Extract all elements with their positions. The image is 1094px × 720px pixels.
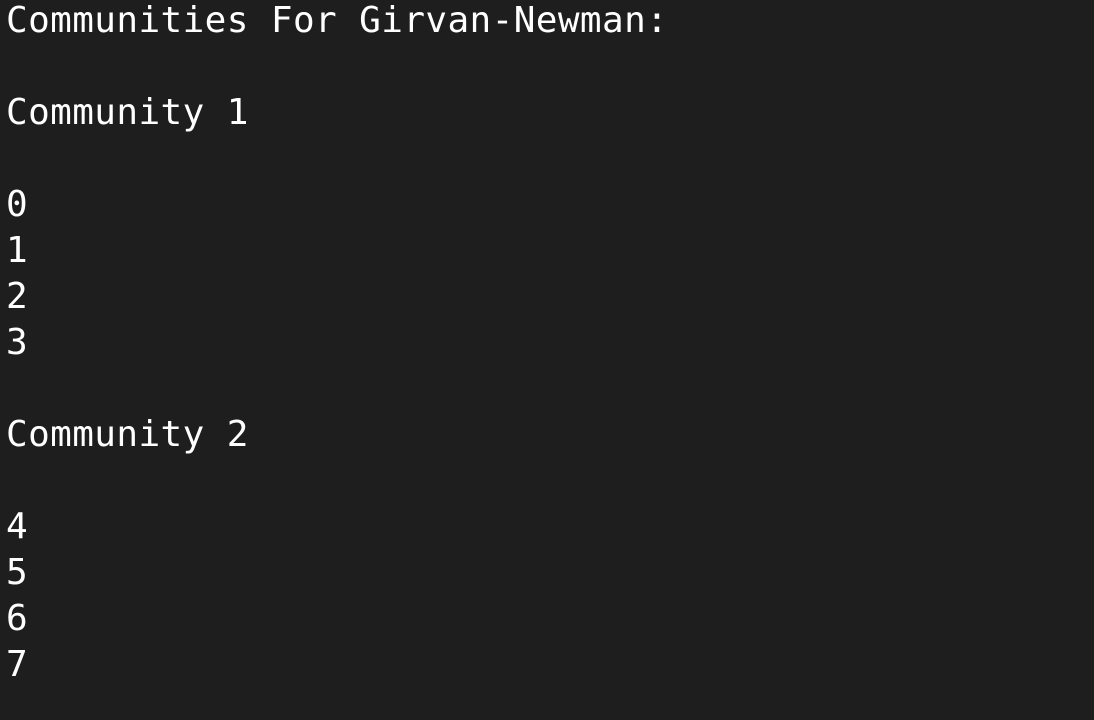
community-member: 5 xyxy=(6,552,29,593)
community-member: 0 xyxy=(6,184,29,225)
community-member: 4 xyxy=(6,506,29,547)
community-member: 3 xyxy=(6,322,29,363)
community-title: Community 2 xyxy=(6,414,249,455)
output-header: Communities For Girvan-Newman: xyxy=(6,0,669,41)
community-member: 7 xyxy=(6,644,29,685)
community-member: 2 xyxy=(6,276,29,317)
terminal-output: Communities For Girvan-Newman: Community… xyxy=(0,0,1094,718)
community-member: 1 xyxy=(6,230,29,271)
community-title: Community 1 xyxy=(6,92,249,133)
community-member: 6 xyxy=(6,598,29,639)
